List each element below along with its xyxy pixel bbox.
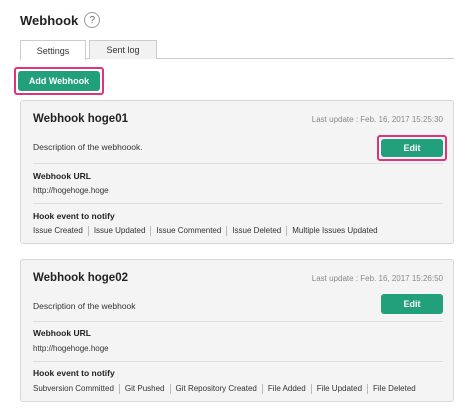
add-webhook-button[interactable]: Add Webhook [18, 71, 100, 91]
webhook-card: Webhook hoge01 Last update : Feb. 16, 20… [20, 100, 454, 244]
tab-sent-log[interactable]: Sent log [89, 40, 157, 59]
divider [33, 163, 443, 164]
hook-event-label: Hook event to notify [33, 211, 115, 221]
webhook-description: Description of the webhoook. [33, 142, 143, 152]
webhook-name: Webhook hoge02 [33, 272, 128, 284]
webhook-url: http://hogehoge.hoge [33, 344, 109, 353]
event-item: Git Repository Created [169, 384, 262, 394]
page-title: Webhook [20, 12, 79, 28]
help-icon[interactable]: ? [84, 12, 101, 28]
divider [33, 203, 443, 204]
event-item: Multiple Issues Updated [286, 226, 382, 236]
last-update: Last update : Feb. 16, 2017 15:26:50 [311, 274, 443, 283]
webhook-url-label: Webhook URL [33, 328, 91, 338]
divider [33, 361, 443, 362]
event-item: File Added [261, 384, 311, 394]
event-item: Subversion Committed [33, 384, 114, 393]
hook-event-label: Hook event to notify [33, 368, 115, 378]
last-update: Last update : Feb. 16, 2017 15:25:30 [311, 115, 443, 124]
event-item: Issue Commented [150, 226, 226, 236]
edit-button[interactable]: Edit [381, 139, 443, 157]
event-item: File Deleted [367, 384, 421, 394]
add-webhook-highlight: Add Webhook [14, 67, 104, 95]
webhook-url: http://hogehoge.hoge [33, 186, 109, 195]
event-list: Issue Created Issue Updated Issue Commen… [33, 226, 383, 236]
webhook-description: Description of the webhook [33, 301, 136, 311]
webhook-name: Webhook hoge01 [33, 113, 128, 125]
edit-button[interactable]: Edit [381, 294, 443, 314]
event-item: Issue Updated [87, 226, 151, 236]
event-item: Issue Deleted [226, 226, 286, 236]
tab-bar: Settings Sent log [20, 40, 454, 60]
event-item: Git Pushed [118, 384, 170, 394]
webhook-url-label: Webhook URL [33, 171, 91, 181]
tab-settings[interactable]: Settings [20, 40, 86, 60]
webhook-card: Webhook hoge02 Last update : Feb. 16, 20… [20, 259, 454, 402]
event-item: Issue Created [33, 226, 83, 235]
event-list: Subversion Committed Git Pushed Git Repo… [33, 384, 421, 394]
divider [33, 321, 443, 322]
edit-highlight: Edit [377, 135, 447, 161]
event-item: File Updated [310, 384, 367, 394]
page-header: Webhook ? [20, 12, 101, 28]
